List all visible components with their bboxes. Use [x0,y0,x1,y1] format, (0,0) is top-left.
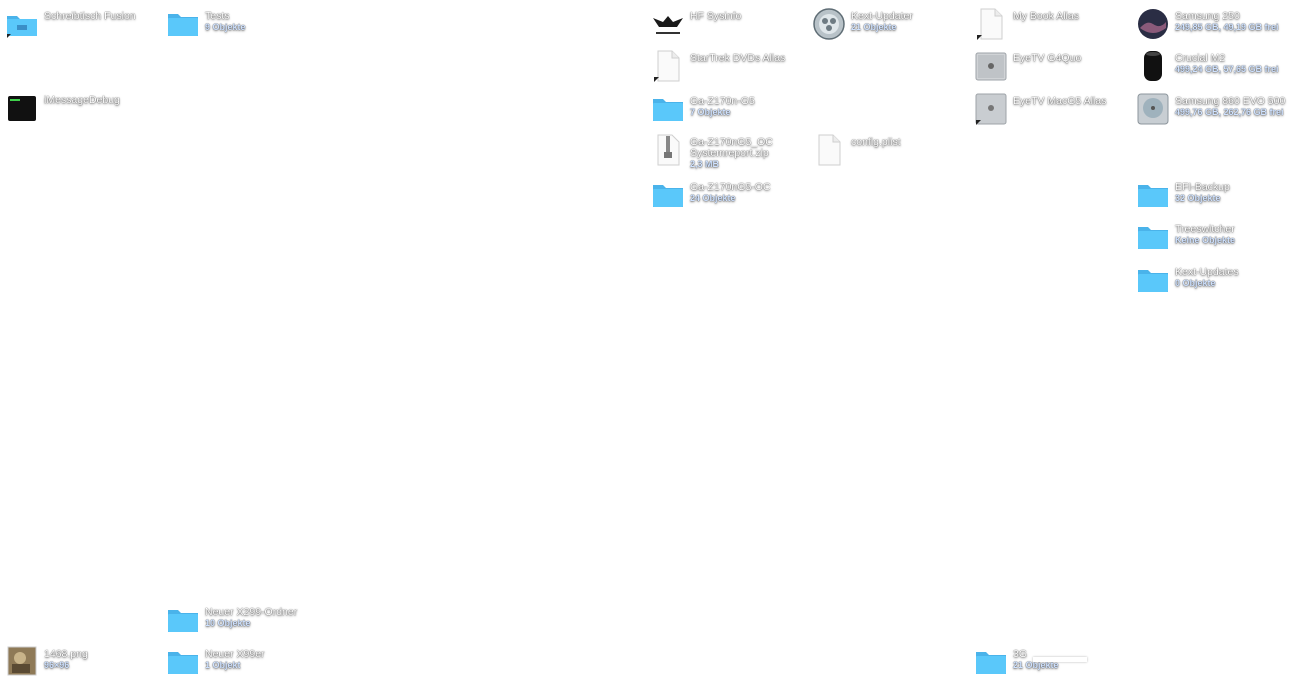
desktop-item-schreibtisch-fusion[interactable]: Schreibtisch Fusion [6,8,136,40]
desktop-item-tests[interactable]: Tests 9 Objekte [167,8,246,40]
item-label: Samsung 860 EVO 500 [1175,95,1286,107]
desktop-item-samsung-250[interactable]: Samsung 250 249,85 GB, 49,19 GB frei [1137,8,1279,40]
item-detail: Keine Objekte [1175,235,1236,245]
item-label: EFI-Backup [1175,181,1230,193]
desktop-item-ga-z170n-g5[interactable]: Ga-Z170n-G5 7 Objekte [652,93,755,125]
item-label: My Book Alias [1013,10,1079,22]
item-label: config.plist [851,136,901,148]
item-detail: 7 Objekte [690,107,731,117]
desktop-item-ga-z170ng5-oc[interactable]: Ga-Z170nG5-OC 24 Objekte [652,179,771,211]
folder-icon [167,8,199,40]
item-detail: 9 Objekte [205,22,246,32]
item-label: Kext-Updater [851,10,913,22]
desktop-item-hf-sysinfo[interactable]: HF Sysinfo [652,8,741,40]
plist-document-icon [813,134,845,166]
folder-icon [167,604,199,636]
item-label: Ga-Z170n-G5 [690,95,755,107]
mac-server-alias-icon [975,93,1007,125]
item-detail: 32 Objekte [1175,193,1221,203]
desktop-item-3g[interactable]: 3G 21 Objekte [975,646,1059,678]
folder-icon [1137,179,1169,211]
item-label: EyeTV MacG5 Alias [1013,95,1107,107]
image-thumbnail-icon [6,646,38,678]
zip-icon [652,134,684,166]
item-label: Neuer X99er [205,648,265,660]
desktop-item-eyetv-g4quo[interactable]: EyeTV G4Quo [975,50,1081,82]
desktop-item-kext-updates[interactable]: Kext-Updates 0 Objekte [1137,264,1239,296]
item-label: iMessageDebug [44,94,120,106]
desktop-item-startrek-dvds-alias[interactable]: StarTrek DVDs Alias [652,50,785,82]
item-label: Tests [205,10,230,22]
item-detail: 499,76 GB, 262,76 GB frei [1175,107,1284,117]
desktop-item-config-plist[interactable]: config.plist [813,134,901,166]
folder-alias-icon [6,8,38,40]
item-label: StarTrek DVDs Alias [690,52,786,64]
folder-icon [167,646,199,678]
hard-disk-icon [1137,93,1169,125]
item-label: Ga-Z170nG5-OC [690,181,771,193]
item-label: Neuer X299-Ordner [205,606,298,618]
item-label: Treeswitcher [1175,223,1235,235]
item-label: EyeTV G4Quo [1013,52,1082,64]
desktop-item-systemreport-zip[interactable]: Ga-Z170nG5_OC Systemreport.zip 2,3 MB [652,134,773,170]
folder-icon [1137,221,1169,253]
item-detail: 24 Objekte [690,193,736,203]
desktop-item-treeswitcher[interactable]: Treeswitcher Keine Objekte [1137,221,1235,253]
desktop-item-eyetv-macg5-alias[interactable]: EyeTV MacG5 Alias [975,93,1106,125]
alias-document-icon [975,8,1007,40]
item-detail: 249,85 GB, 49,19 GB frei [1175,22,1279,32]
folder-icon [652,179,684,211]
folder-icon [1137,264,1169,296]
item-detail: 2,3 MB [690,159,720,169]
item-detail: 10 Objekte [205,618,251,628]
alias-document-icon [652,50,684,82]
terminal-exec-icon [6,92,38,124]
mac-server-icon [975,50,1007,82]
item-label: Kext-Updates [1175,266,1239,278]
item-detail: 1 Objekt [205,660,241,670]
rename-highlight-bar [1033,657,1087,662]
desktop-item-samsung-860-evo-500[interactable]: Samsung 860 EVO 500 499,76 GB, 262,76 GB … [1137,93,1285,125]
folder-icon [975,646,1007,678]
desktop-item-my-book-alias[interactable]: My Book Alias [975,8,1079,40]
desktop-item-efi-backup[interactable]: EFI-Backup 32 Objekte [1137,179,1230,211]
item-detail: 0 Objekte [1175,278,1216,288]
desktop-item-kext-updater[interactable]: Kext-Updater 21 Objekte [813,8,913,40]
mac-pro-cylinder-icon [1137,50,1169,82]
item-label: Crucial M2 [1175,52,1226,64]
disk-macos-icon [1137,8,1169,40]
item-detail: 499,24 GB, 57,65 GB frei [1175,64,1279,74]
item-label: Schreibtisch Fusion [44,10,136,22]
eagle-logo-icon [652,8,684,40]
item-label: Samsung 250 [1175,10,1240,22]
desktop-item-1468-png[interactable]: 1468.png 96×96 [6,646,88,678]
desktop-item-crucial-m2[interactable]: Crucial M2 499,24 GB, 57,65 GB frei [1137,50,1279,82]
item-detail: 21 Objekte [851,22,897,32]
desktop-item-imessagedebug[interactable]: iMessageDebug [6,92,120,124]
folder-icon [652,93,684,125]
item-detail: 96×96 [44,660,70,670]
desktop-item-neuer-x299-ordner[interactable]: Neuer X299-Ordner 10 Objekte [167,604,297,636]
desktop-item-neuer-x99er[interactable]: Neuer X99er 1 Objekt [167,646,265,678]
item-label: HF Sysinfo [690,10,742,22]
item-label: Ga-Z170nG5_OC Systemreport.zip [690,136,773,159]
item-label: 1468.png [44,648,88,660]
kext-updater-icon [813,8,845,40]
